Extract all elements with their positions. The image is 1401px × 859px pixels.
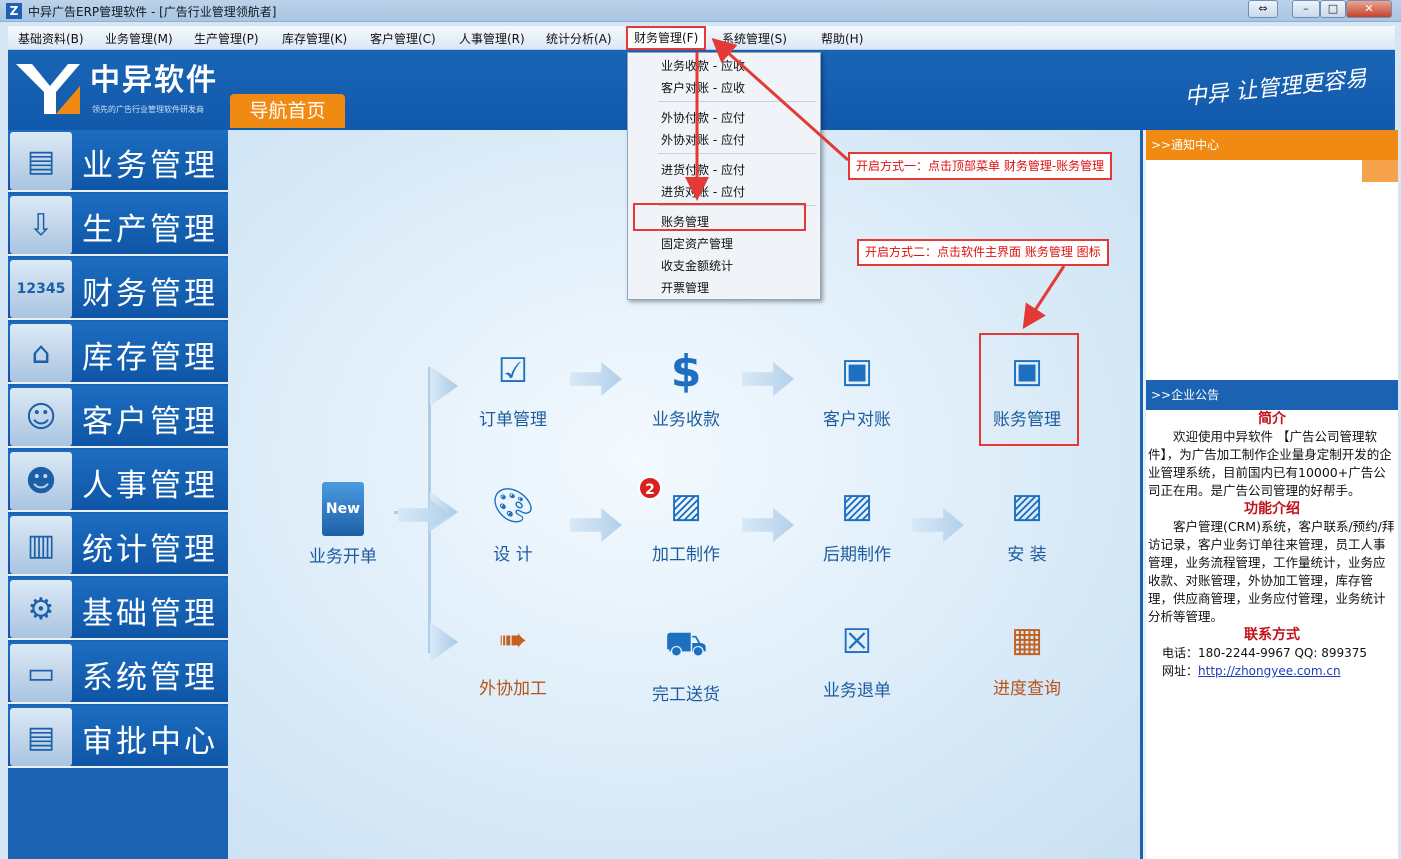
- annotation-arrows: [685, 38, 1066, 330]
- app-window: Z 中异广告ERP管理软件 - [广告行业管理领航者] ⇔ – □ ✕ 基础资料…: [0, 0, 1401, 859]
